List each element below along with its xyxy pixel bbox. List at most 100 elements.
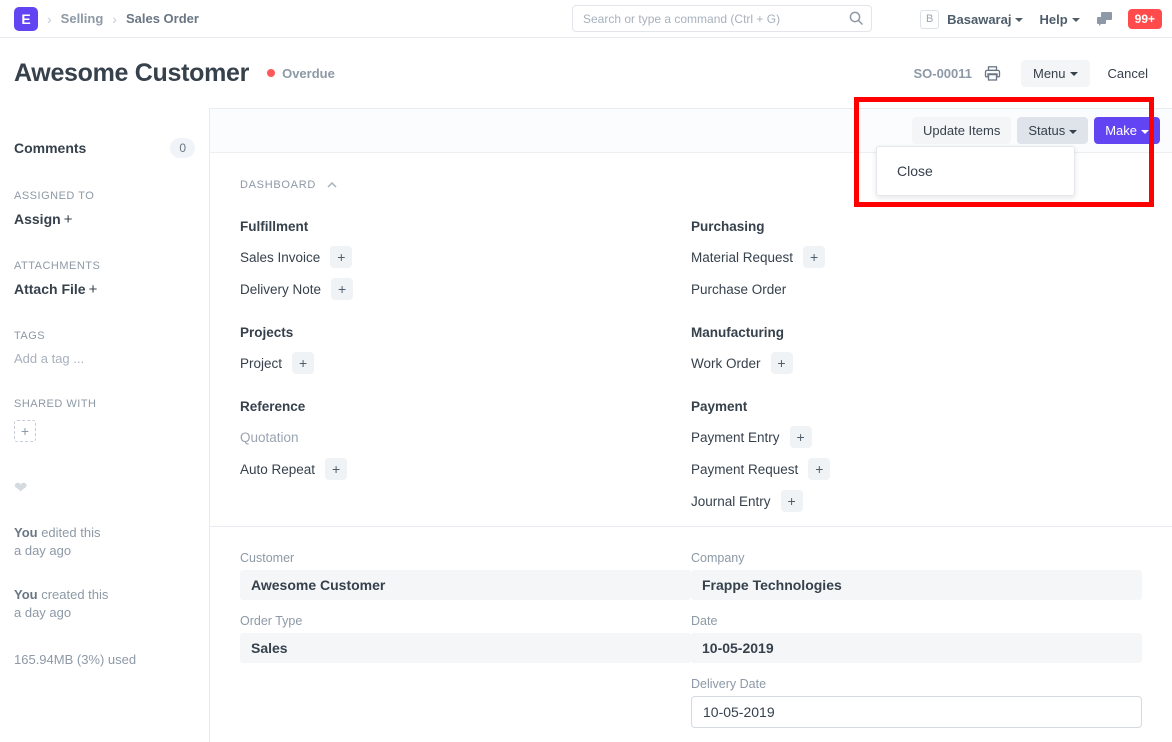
add-payment-entry-button[interactable]: + xyxy=(790,426,812,448)
dashboard-link-row: Delivery Note + xyxy=(240,275,691,303)
user-menu[interactable]: Basawaraj xyxy=(947,12,1023,27)
plus-icon-assign: + xyxy=(64,211,73,228)
sidebar-add-tag-input[interactable]: Add a tag ... xyxy=(14,351,195,366)
form-column-right: Company Frappe Technologies Date 10-05-2… xyxy=(691,551,1142,742)
dashboard-link-row: Material Request + xyxy=(691,243,1142,271)
sidebar-attach-file-button[interactable]: Attach File+ xyxy=(14,281,195,298)
breadcrumb-separator-icon-2: › xyxy=(112,12,117,26)
group-title: Purchasing xyxy=(691,219,1142,234)
add-sales-invoice-button[interactable]: + xyxy=(330,246,352,268)
dashboard-link-material-request[interactable]: Material Request xyxy=(691,250,793,265)
dashboard-column-right: Purchasing Material Request + Purchase O… xyxy=(691,219,1142,537)
search-input[interactable] xyxy=(572,5,872,32)
cancel-button[interactable]: Cancel xyxy=(1096,60,1160,87)
group-title: Manufacturing xyxy=(691,325,1142,340)
update-items-button[interactable]: Update Items xyxy=(912,117,1011,144)
sidebar-comments-row[interactable]: Comments 0 xyxy=(14,108,195,158)
add-work-order-button[interactable]: + xyxy=(771,352,793,374)
sidebar-storage-usage: 165.94MB (3%) used xyxy=(14,652,195,667)
menu-button[interactable]: Menu xyxy=(1021,60,1090,87)
form-section: Customer Awesome Customer Order Type Sal… xyxy=(210,527,1172,742)
dashboard-link-payment-entry[interactable]: Payment Entry xyxy=(691,430,780,445)
dashboard-group: Fulfillment Sales Invoice + Delivery Not… xyxy=(240,219,691,303)
add-project-button[interactable]: + xyxy=(292,352,314,374)
print-icon[interactable] xyxy=(984,65,1001,82)
sidebar-activity-created: You created this a day ago xyxy=(14,586,195,622)
sidebar-comments-count: 0 xyxy=(170,138,195,158)
dashboard-link-work-order[interactable]: Work Order xyxy=(691,356,761,371)
help-menu-label: Help xyxy=(1039,12,1067,27)
dashboard-section: DASHBOARD Fulfillment Sales Invoice + De… xyxy=(210,153,1172,527)
activity-edited-when: a day ago xyxy=(14,543,71,558)
dashboard-link-row: Payment Request + xyxy=(691,455,1142,483)
dashboard-link-sales-invoice[interactable]: Sales Invoice xyxy=(240,250,320,265)
status-dot-icon xyxy=(267,69,275,77)
dashboard-heading: DASHBOARD xyxy=(240,179,316,191)
field-customer[interactable]: Awesome Customer xyxy=(240,570,691,600)
add-journal-entry-button[interactable]: + xyxy=(781,490,803,512)
activity-edited-what: edited this xyxy=(38,525,101,540)
dashboard-group: Payment Payment Entry + Payment Request … xyxy=(691,399,1142,515)
dropdown-item-close[interactable]: Close xyxy=(877,155,1074,187)
dashboard-group: Manufacturing Work Order + xyxy=(691,325,1142,377)
dashboard-link-row: Quotation xyxy=(240,423,691,451)
field-delivery-date[interactable] xyxy=(691,696,1142,728)
sidebar-activity-edited: You edited this a day ago xyxy=(14,524,195,560)
chevron-up-icon xyxy=(326,179,338,191)
add-material-request-button[interactable]: + xyxy=(803,246,825,268)
main-content: Update Items Status Make Close DASHBOARD… xyxy=(210,108,1172,742)
dashboard-link-purchase-order[interactable]: Purchase Order xyxy=(691,282,786,297)
sidebar-attach-file-label: Attach File xyxy=(14,281,86,297)
breadcrumb-sales-order[interactable]: Sales Order xyxy=(126,11,199,26)
field-order-type[interactable]: Sales xyxy=(240,633,691,663)
breadcrumb-selling[interactable]: Selling xyxy=(61,11,104,26)
app-logo[interactable]: E xyxy=(14,7,38,31)
menu-button-label: Menu xyxy=(1033,66,1066,81)
chat-icon[interactable] xyxy=(1096,10,1114,28)
group-title: Fulfillment xyxy=(240,219,691,234)
make-dropdown-button[interactable]: Make xyxy=(1094,117,1160,144)
field-company[interactable]: Frappe Technologies xyxy=(691,570,1142,600)
navbar: E › Selling › Sales Order B Basawaraj He… xyxy=(0,0,1172,38)
activity-created-what: created this xyxy=(38,587,109,602)
notification-badge[interactable]: 99+ xyxy=(1128,9,1162,29)
dashboard-link-delivery-note[interactable]: Delivery Note xyxy=(240,282,321,297)
field-date[interactable]: 10-05-2019 xyxy=(691,633,1142,663)
dashboard-link-row: Journal Entry + xyxy=(691,487,1142,515)
chevron-down-icon-status xyxy=(1069,130,1077,134)
dashboard-link-row: Payment Entry + xyxy=(691,423,1142,451)
dashboard-columns: Fulfillment Sales Invoice + Delivery Not… xyxy=(240,219,1142,537)
dashboard-link-row: Project + xyxy=(240,349,691,377)
document-id: SO-00011 xyxy=(913,66,972,81)
dashboard-link-project[interactable]: Project xyxy=(240,356,282,371)
status-dropdown-label: Status xyxy=(1028,123,1065,138)
avatar[interactable]: B xyxy=(920,10,939,29)
sidebar-assign-button[interactable]: Assign+ xyxy=(14,211,195,228)
dashboard-group: Reference Quotation Auto Repeat + xyxy=(240,399,691,483)
search-icon[interactable] xyxy=(848,10,864,26)
add-payment-request-button[interactable]: + xyxy=(808,458,830,480)
label-delivery-date: Delivery Date xyxy=(691,677,1142,691)
dashboard-link-row: Sales Invoice + xyxy=(240,243,691,271)
add-auto-repeat-button[interactable]: + xyxy=(325,458,347,480)
plus-icon-share: + xyxy=(21,423,29,439)
help-menu[interactable]: Help xyxy=(1039,12,1079,27)
navbar-right: B Basawaraj Help 99+ xyxy=(920,0,1162,38)
like-heart-icon[interactable]: ❤ xyxy=(14,478,195,498)
add-delivery-note-button[interactable]: + xyxy=(331,278,353,300)
dashboard-link-payment-request[interactable]: Payment Request xyxy=(691,462,798,477)
label-order-type: Order Type xyxy=(240,614,691,628)
group-title: Payment xyxy=(691,399,1142,414)
plus-icon-attach: + xyxy=(89,281,98,298)
label-customer: Customer xyxy=(240,551,691,565)
sidebar-share-add-button[interactable]: + xyxy=(14,420,36,442)
status-dropdown-button[interactable]: Status xyxy=(1017,117,1088,144)
group-title: Projects xyxy=(240,325,691,340)
dashboard-link-auto-repeat[interactable]: Auto Repeat xyxy=(240,462,315,477)
dashboard-link-journal-entry[interactable]: Journal Entry xyxy=(691,494,771,509)
chevron-down-icon-help xyxy=(1072,18,1080,22)
dashboard-link-row: Work Order + xyxy=(691,349,1142,377)
status-badge: Overdue xyxy=(267,66,335,81)
dashboard-link-row: Purchase Order xyxy=(691,275,1142,303)
status-label: Overdue xyxy=(282,66,335,81)
